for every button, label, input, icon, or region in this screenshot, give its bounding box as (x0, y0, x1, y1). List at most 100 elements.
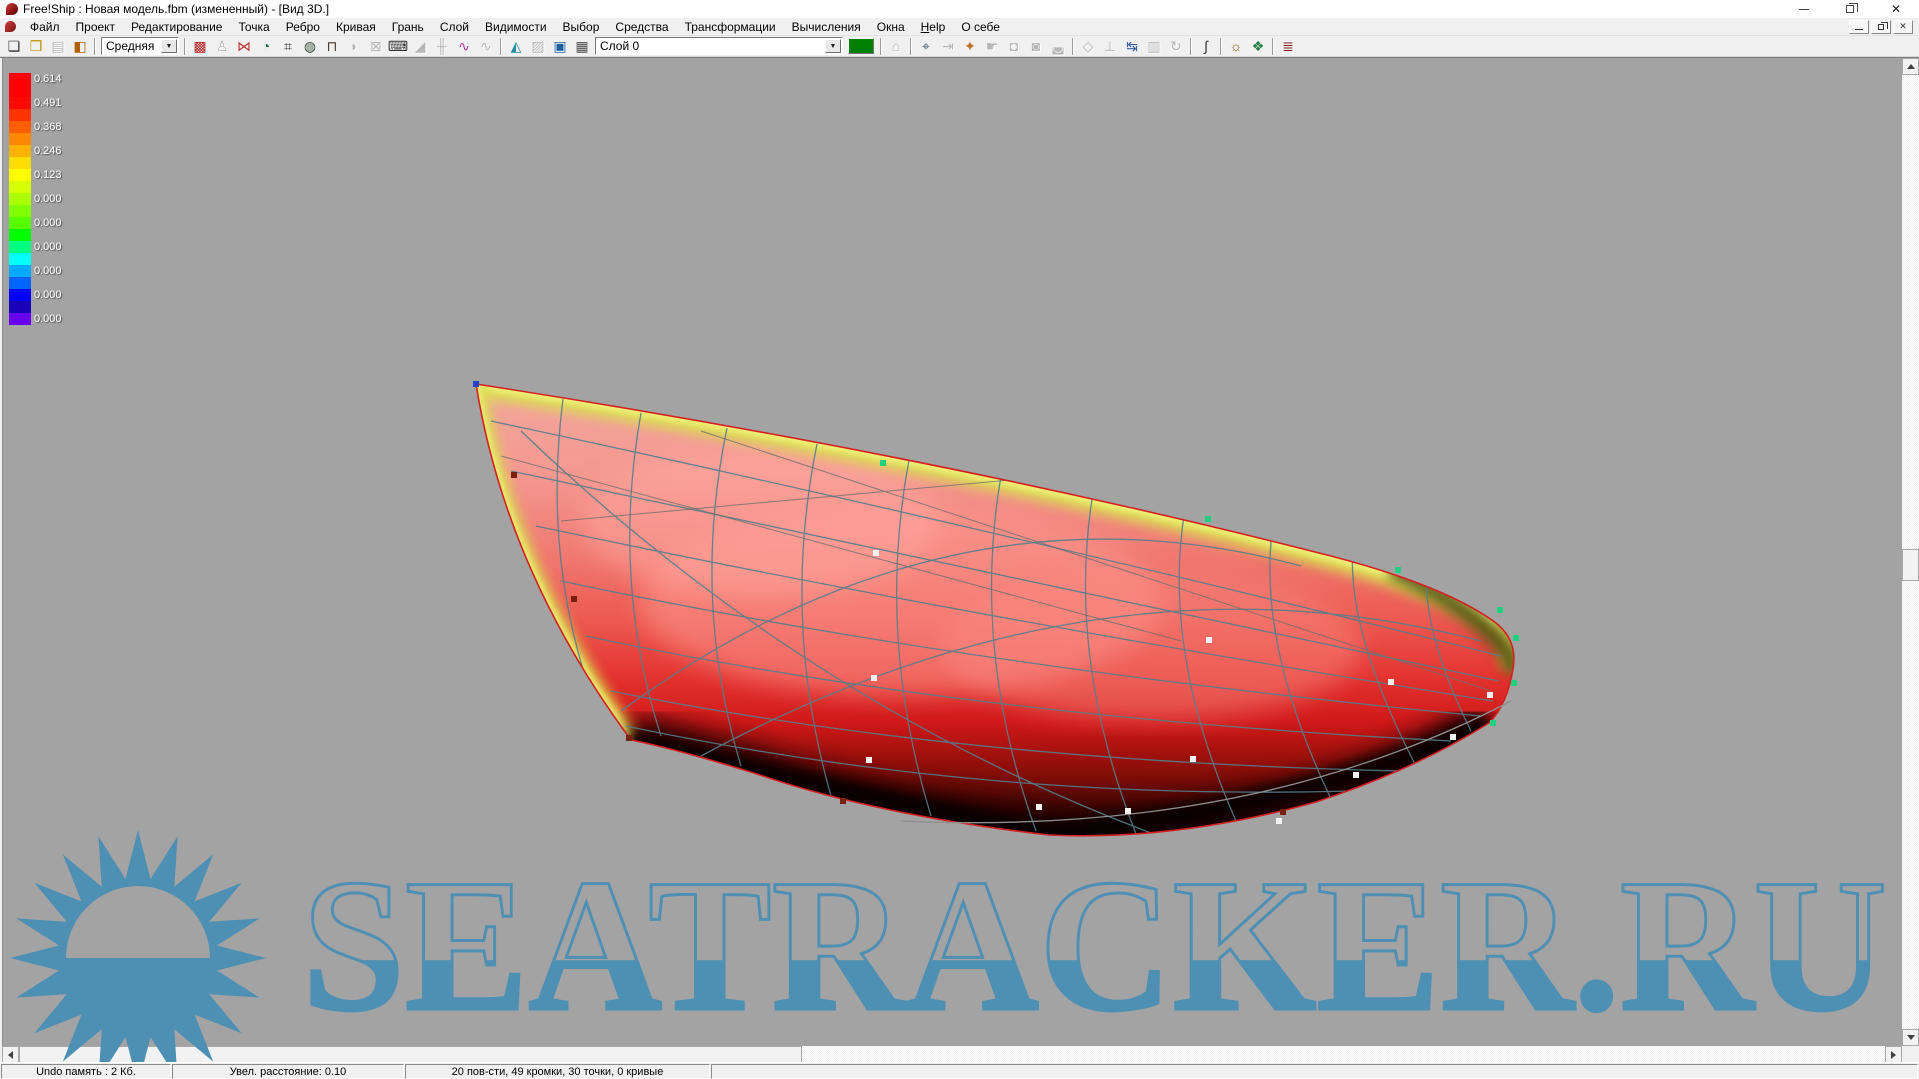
menu-файл[interactable]: Файл (22, 19, 68, 35)
menu-о-себе[interactable]: О себе (953, 19, 1008, 35)
legend-swatch (9, 229, 31, 241)
legend-swatch: 0.123 (9, 169, 31, 181)
toolbar-separator (184, 38, 186, 55)
legend-value: 0.000 (34, 265, 62, 277)
toolbar-separator (94, 38, 96, 55)
hull-view-icon[interactable]: ◭ (505, 37, 527, 56)
menu-ребро[interactable]: Ребро (278, 19, 328, 35)
new-file-icon[interactable]: ❏ (3, 37, 25, 56)
legend-swatch: 0.000 (9, 217, 31, 229)
toolbar-separator (1072, 38, 1074, 55)
scroll-down-button[interactable] (1902, 1029, 1919, 1046)
shade-icon[interactable]: ◔ (255, 37, 277, 56)
legend-value: 0.000 (34, 313, 62, 325)
mdi-close-button[interactable]: ✕ (1893, 20, 1913, 34)
mdi-restore-button[interactable] (1871, 20, 1891, 34)
grid-icon[interactable]: ⌗ (277, 37, 299, 56)
legend-swatch: 0.614 (9, 73, 31, 85)
light-icon[interactable]: ☼ (1225, 37, 1247, 56)
menu-точка[interactable]: Точка (230, 19, 277, 35)
menu-проект[interactable]: Проект (68, 19, 124, 35)
menu-слой[interactable]: Слой (432, 19, 477, 35)
control-net-icon[interactable]: ▩ (189, 37, 211, 56)
interior-edges-icon[interactable]: ⋈ (233, 37, 255, 56)
legend-value: 0.000 (34, 217, 62, 229)
legend-swatch (9, 253, 31, 265)
horizontal-scroll-thumb[interactable] (19, 1046, 802, 1062)
chevron-down-icon[interactable]: ▼ (825, 39, 841, 53)
curvature-legend: 0.6140.4910.3680.2460.1230.0000.0000.000… (9, 73, 31, 325)
legend-value: 0.000 (34, 193, 62, 205)
legend-value: 0.246 (34, 145, 62, 157)
save-file-icon: ▤ (47, 37, 69, 56)
menu-окна[interactable]: Окна (869, 19, 913, 35)
texture-icon[interactable]: ❖ (1247, 37, 1269, 56)
mdi-minimize-button[interactable] (1849, 20, 1869, 34)
developability-icon: ⊠ (365, 37, 387, 56)
open-file-icon[interactable]: ❒ (25, 37, 47, 56)
background-image-icon[interactable]: ▣ (549, 37, 571, 56)
cursor-data-icon[interactable]: ≣ (1277, 37, 1299, 56)
scroll-up-button[interactable] (1902, 58, 1919, 75)
menu-средства[interactable]: Средства (607, 19, 676, 35)
status-spare (711, 1064, 1918, 1079)
transform-icon: ☛ (981, 37, 1003, 56)
scroll-left-button[interactable] (2, 1046, 19, 1062)
restore-button[interactable] (1827, 0, 1873, 18)
3d-viewport[interactable]: 0.6140.4910.3680.2460.1230.0000.0000.000… (2, 58, 1902, 1046)
menu-help[interactable]: Help (913, 19, 954, 35)
menu-выбор[interactable]: Выбор (555, 19, 608, 35)
menu-кривая[interactable]: Кривая (328, 19, 384, 35)
menu-видимости[interactable]: Видимости (477, 19, 555, 35)
legend-swatch (9, 301, 31, 313)
window-title: Free!Ship : Новая модель.fbm (измененный… (23, 2, 329, 16)
rotate-icon: ↻ (1165, 37, 1187, 56)
minimize-button[interactable] (1781, 0, 1827, 18)
legend-swatch (9, 181, 31, 193)
legend-value: 0.614 (34, 73, 62, 85)
unlock-all-icon: ◛ (1047, 37, 1069, 56)
stations-icon[interactable]: ⊓ (321, 37, 343, 56)
layer-color-swatch[interactable] (848, 38, 874, 54)
scale-icon[interactable]: ✦ (959, 37, 981, 56)
chevron-down-icon[interactable]: ▼ (161, 39, 177, 53)
app-icon (6, 3, 18, 15)
align-points-icon: ⇥ (937, 37, 959, 56)
precision-combo[interactable]: Средняя▼ (101, 37, 179, 55)
vertical-scroll-thumb[interactable] (1902, 549, 1919, 581)
collapse-edges-icon[interactable]: ↹ (1121, 37, 1143, 56)
close-button[interactable]: ✕ (1873, 0, 1919, 18)
legend-value: 0.000 (34, 289, 62, 301)
calculator-icon[interactable]: ⌨ (387, 37, 409, 56)
menu-трансформации[interactable]: Трансформации (677, 19, 784, 35)
new-face-icon: ▥ (1143, 37, 1165, 56)
wedge-icon: ◢ (409, 37, 431, 56)
lock-points-icon: ◘ (1003, 37, 1025, 56)
move-point-icon[interactable]: ⌖ (915, 37, 937, 56)
hull-3d-model (2, 58, 1902, 1046)
layer-properties-icon: ⌂ (885, 37, 907, 56)
scrollbar-corner (1902, 1046, 1919, 1062)
layer-combo[interactable]: Слой 0▼ (595, 37, 843, 55)
legend-value: 0.000 (34, 241, 62, 253)
unlock-points-icon: ◙ (1025, 37, 1047, 56)
vertical-scrollbar[interactable] (1902, 58, 1919, 1046)
menu-грань[interactable]: Грань (384, 19, 432, 35)
exit-icon[interactable]: ◧ (69, 37, 91, 56)
toolbar-separator (910, 38, 912, 55)
legend-swatch (9, 205, 31, 217)
menu-вычисления[interactable]: Вычисления (784, 19, 869, 35)
scroll-right-button[interactable] (1885, 1046, 1902, 1062)
insert-plane-icon: ◇ (1077, 37, 1099, 56)
horizontal-scrollbar[interactable] (2, 1046, 1902, 1062)
toolbar-separator (880, 38, 882, 55)
legend-swatch: 0.000 (9, 193, 31, 205)
legend-swatch: 0.000 (9, 313, 31, 325)
extrude-curve-icon[interactable]: ∫ (1195, 37, 1217, 56)
gaussian-curvature-icon[interactable]: ◍ (299, 37, 321, 56)
legend-swatch: 0.491 (9, 97, 31, 109)
curvature-curves-icon[interactable]: ∿ (453, 37, 475, 56)
layer-boxes-icon[interactable]: ▦ (571, 37, 593, 56)
toolbar-separator (1272, 38, 1274, 55)
menu-редактирование[interactable]: Редактирование (123, 19, 230, 35)
